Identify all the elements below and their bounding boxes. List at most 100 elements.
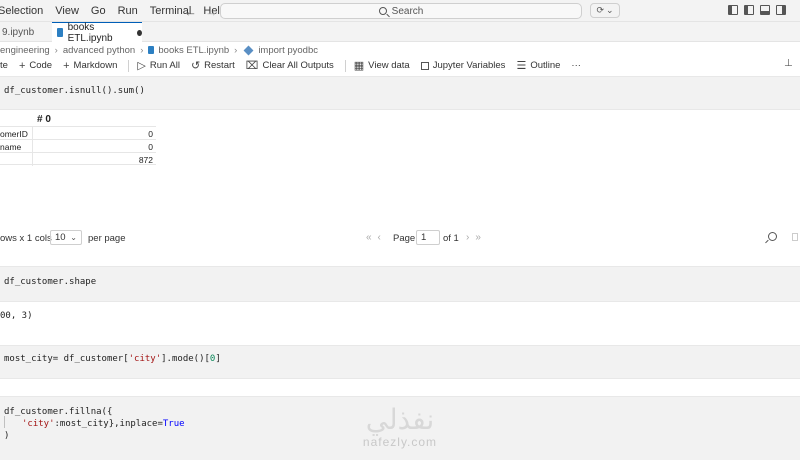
column-divider: [32, 153, 33, 166]
toggle-panel-icon[interactable]: [760, 5, 770, 15]
notebook-toolbar: te + Code + Markdown ▷ Run All ↺ Restart…: [0, 58, 800, 73]
menu-view[interactable]: View: [55, 5, 79, 17]
code-line[interactable]: 'city':most_city},inplace=True: [22, 419, 185, 429]
tab-9-ipynb[interactable]: 9.ipynb: [2, 22, 34, 42]
toggle-secondary-sidebar-icon[interactable]: [776, 5, 786, 15]
more-label: ···: [571, 60, 581, 71]
row-value: 0: [148, 129, 153, 139]
per-page-label: per page: [88, 233, 126, 244]
tab-label: books ETL.ipynb: [67, 21, 113, 44]
add-code-label: Code: [29, 60, 53, 71]
breadcrumb-item[interactable]: books ETL.ipynb: [158, 45, 229, 56]
code-line[interactable]: df_customer.isnull().sum(): [4, 86, 145, 96]
editor-tabs: 9.ipynb books ETL.ipynb: [0, 21, 800, 44]
output-table: # 0 omerID 0 name 0 872: [0, 114, 156, 166]
menu-go[interactable]: Go: [91, 5, 106, 17]
search-icon[interactable]: [768, 232, 777, 241]
page-number-value: 1: [421, 232, 427, 243]
indent-guide: [4, 416, 5, 428]
code-string: 'city': [128, 354, 162, 364]
toolbar-label: te: [0, 60, 8, 71]
copilot-button[interactable]: ⟳ ⌄: [590, 3, 620, 18]
table-header: # 0: [0, 114, 156, 126]
column-header: # 0: [37, 114, 51, 125]
toggle-sidebar-icon[interactable]: [744, 5, 754, 15]
restart-label: Restart: [204, 60, 235, 71]
code-token: ]: [215, 354, 221, 364]
tab-label: 9.ipynb: [2, 26, 35, 38]
add-code-button[interactable]: + Code: [19, 60, 52, 72]
next-last-page-icons[interactable]: ›»: [466, 232, 487, 243]
more-actions-button[interactable]: ···: [571, 60, 581, 71]
view-data-label: View data: [368, 60, 410, 71]
page-number-input[interactable]: 1: [416, 230, 440, 245]
toolbar-divider: [128, 59, 130, 72]
code-line[interactable]: most_city= df_customer['city'].mode()[0]: [4, 354, 221, 364]
back-arrow-icon[interactable]: ←: [184, 4, 197, 19]
copilot-icon: ⟳: [596, 5, 604, 15]
tab-books-etl[interactable]: books ETL.ipynb: [52, 21, 142, 44]
command-search-box[interactable]: Search: [220, 3, 582, 19]
restart-button[interactable]: ↺ Restart: [191, 59, 235, 72]
table-row: omerID 0: [0, 126, 156, 140]
menu-run[interactable]: Run: [118, 5, 138, 17]
kernel-icon[interactable]: ⊥: [784, 58, 793, 69]
code-line[interactable]: df_customer.fillna({: [4, 407, 112, 417]
code-token: most_city= df_customer[: [4, 354, 129, 364]
breadcrumb: engineering › advanced python › books ET…: [0, 43, 318, 57]
row-value: 0: [148, 142, 153, 152]
toolbar-divider: [344, 59, 346, 72]
row-index: omerID: [0, 129, 28, 139]
page-count-label: of 1: [443, 233, 459, 244]
outline-label: Outline: [530, 60, 561, 71]
more-icon[interactable]: [792, 233, 798, 241]
run-all-button[interactable]: ▷ Run All: [137, 59, 180, 72]
search-label: Search: [391, 5, 424, 17]
jupyter-variables-button[interactable]: Jupyter Variables: [420, 60, 506, 71]
rows-cols-summary: ows x 1 cols: [0, 233, 52, 244]
chevron-down-icon: ⌄: [606, 5, 614, 15]
plus-icon: +: [63, 59, 70, 72]
code-token: ].mode()[: [161, 354, 210, 364]
code-line[interactable]: ): [4, 431, 9, 441]
layout-controls: [728, 5, 786, 15]
row-index: name: [0, 142, 22, 152]
page-size-select[interactable]: 10 ⌄: [50, 230, 82, 245]
clear-outputs-label: Clear All Outputs: [262, 60, 334, 71]
row-value: 872: [138, 155, 153, 165]
toolbar-truncated-item[interactable]: te: [0, 60, 8, 71]
unsaved-dot-icon[interactable]: [137, 29, 142, 36]
variables-icon: [420, 61, 429, 70]
breadcrumb-item[interactable]: advanced python: [63, 45, 135, 56]
chevron-down-icon: ⌄: [70, 233, 77, 242]
run-all-label: Run All: [149, 60, 180, 71]
data-pager: ows x 1 cols 10 ⌄ per page «‹ Page 1 of …: [0, 230, 800, 246]
add-markdown-button[interactable]: + Markdown: [63, 60, 117, 72]
table-row: name 0: [0, 139, 156, 153]
code-cell-3[interactable]: most_city= df_customer['city'].mode()[0]: [0, 345, 800, 379]
code-string: 'city': [22, 419, 55, 429]
outline-button[interactable]: ☰ Outline: [516, 59, 560, 72]
layout-grid-icon[interactable]: [728, 5, 738, 15]
menu-selection[interactable]: Selection: [0, 5, 43, 17]
watermark: نفذلي nafezly.com: [350, 405, 450, 450]
code-cell-2[interactable]: df_customer.shape: [0, 266, 800, 302]
run-all-icon: ▷: [137, 60, 146, 72]
cell-icon: [243, 45, 254, 55]
title-bar: Selection View Go Run Terminal Help ← → …: [0, 0, 800, 22]
outline-icon: ☰: [516, 60, 527, 72]
code-cell-1[interactable]: df_customer.isnull().sum(): [0, 76, 800, 110]
view-data-button[interactable]: ▦ View data: [354, 59, 410, 72]
jupyter-variables-label: Jupyter Variables: [432, 60, 506, 71]
clear-outputs-button[interactable]: ⌧ Clear All Outputs: [246, 59, 334, 72]
chevron-right-icon: ›: [140, 44, 144, 56]
clear-outputs-icon: ⌧: [245, 60, 259, 72]
breadcrumb-item[interactable]: import pyodbc: [258, 45, 318, 56]
watermark-latin: nafezly.com: [362, 435, 438, 449]
code-line[interactable]: df_customer.shape: [4, 277, 96, 287]
forward-arrow-icon[interactable]: →: [205, 4, 218, 19]
plus-icon: +: [18, 59, 26, 72]
first-prev-page-icons[interactable]: «‹: [366, 232, 387, 243]
table-icon: ▦: [353, 60, 365, 72]
breadcrumb-item[interactable]: engineering: [0, 45, 50, 56]
